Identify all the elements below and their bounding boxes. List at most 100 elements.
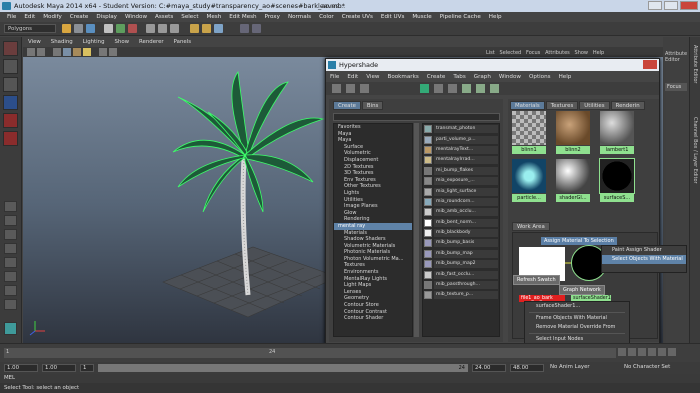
graph-materials-icon[interactable] (420, 84, 429, 93)
channel-box-tab[interactable]: Channel Box / Layer Editor (692, 117, 698, 184)
tree-item-image-planes[interactable]: Image Planes (334, 203, 412, 210)
shelf-tool-icon-2[interactable] (252, 24, 261, 33)
node-list-item[interactable]: mib_fast_occlu... (423, 269, 499, 279)
context-item-surfaceshader1[interactable]: surfaceShader1... (525, 302, 629, 311)
wireframe-icon[interactable] (53, 48, 61, 56)
playback-end-field[interactable]: 24.00 (472, 364, 506, 372)
attr-menu-focus[interactable]: Focus (526, 50, 540, 56)
tree-item-contour-shader[interactable]: Contour Shader (334, 315, 412, 322)
panel-layout-icon[interactable] (4, 299, 17, 310)
material-swatch-blinn1[interactable]: blinn1 (512, 111, 546, 155)
tree-item-lights[interactable]: Lights (334, 190, 412, 197)
tree-item-surface[interactable]: Surface (334, 144, 412, 151)
context-item-frame-objects-with-material[interactable]: Frame Objects With Material (525, 314, 629, 323)
minimize-button[interactable] (648, 1, 662, 10)
create-filter-input[interactable] (333, 113, 500, 121)
show-top-tabs-icon[interactable] (346, 84, 355, 93)
four-pane-layout-icon[interactable] (4, 215, 17, 226)
hypershade-menu-tabs[interactable]: Tabs (449, 72, 469, 82)
node-list-item[interactable]: mib_texture_p... (423, 290, 499, 300)
close-button[interactable] (680, 1, 698, 10)
node-list-item[interactable]: mia_exposure_... (423, 176, 499, 186)
tree-item-volumetric-materials[interactable]: Volumetric Materials (334, 243, 412, 250)
attr-menu-attributes[interactable]: Attributes (545, 50, 570, 56)
tree-item-photonic-materials[interactable]: Photonic Materials (334, 249, 412, 256)
tree-item-materials[interactable]: Materials (334, 230, 412, 237)
anim-layer-dropdown[interactable]: No Anim Layer (548, 364, 618, 372)
viewport-menu-view[interactable]: View (23, 37, 46, 47)
menu-window[interactable]: Window (121, 12, 151, 22)
hypershade-close-button[interactable] (643, 60, 657, 69)
render-settings-icon[interactable] (214, 24, 223, 33)
viewport-menu-renderer[interactable]: Renderer (134, 37, 169, 47)
tree-item-geometry[interactable]: Geometry (334, 295, 412, 302)
material-swatch-particle[interactable]: particle... (512, 159, 546, 203)
go-to-end-icon[interactable] (668, 348, 676, 356)
select-tool-icon[interactable] (3, 41, 18, 56)
menu-assets[interactable]: Assets (151, 12, 177, 22)
tree-item-favorites[interactable]: Favorites (334, 124, 412, 131)
select-hierarchy-icon[interactable] (104, 24, 113, 33)
tree-item-environments[interactable]: Environments (334, 269, 412, 276)
toggle-create-bar-icon[interactable] (332, 84, 341, 93)
step-forward-icon[interactable] (658, 348, 666, 356)
snap-grid-icon[interactable] (146, 24, 155, 33)
camera-icon[interactable] (27, 48, 35, 56)
node-list[interactable]: transmat_photon parti_volume_p... mentalra… (422, 123, 500, 337)
character-set-dropdown[interactable]: No Character Set (622, 364, 696, 372)
material-swatch-blinn2[interactable]: blinn2 (556, 111, 590, 155)
shelf-tool-icon[interactable] (240, 24, 249, 33)
lasso-tool-icon[interactable] (3, 59, 18, 74)
select-objects-with-material-item[interactable]: Select Objects With Material (602, 255, 686, 264)
tree-item-env-textures[interactable]: Env Textures (334, 177, 412, 184)
tab-textures[interactable]: Textures (545, 101, 579, 110)
node-list-item[interactable]: mib_blackbody (423, 228, 499, 238)
node-list-item[interactable]: mia_roundcorn... (423, 197, 499, 207)
play-forward-icon[interactable] (648, 348, 656, 356)
attr-menu-show[interactable]: Show (575, 50, 589, 56)
node-list-item[interactable]: mib_passthrough... (423, 280, 499, 290)
tab-work-area[interactable]: Work Area (512, 222, 550, 231)
attr-menu-selected[interactable]: Selected (500, 50, 522, 56)
hypershade-menu-help[interactable]: Help (555, 72, 576, 82)
menu-create-uvs[interactable]: Create UVs (338, 12, 377, 22)
menu-edit[interactable]: Edit (20, 12, 39, 22)
tab-rendering[interactable]: Renderin (610, 101, 645, 110)
hypershade-menu-window[interactable]: Window (495, 72, 525, 82)
node-list-item[interactable]: parti_volume_p... (423, 134, 499, 144)
viewport-menu-show[interactable]: Show (110, 37, 135, 47)
menu-color[interactable]: Color (315, 12, 338, 22)
menu-mesh[interactable]: Mesh (203, 12, 226, 22)
step-back-icon[interactable] (628, 348, 636, 356)
hypershade-menu-edit[interactable]: Edit (343, 72, 362, 82)
attribute-editor-tab[interactable]: Attribute Editor (692, 45, 698, 83)
node-list-item[interactable]: transmat_photon (423, 124, 499, 134)
hypershade-titlebar[interactable]: Hypershade (326, 59, 659, 71)
render-view-icon[interactable] (4, 322, 17, 335)
xray-icon[interactable] (109, 48, 117, 56)
snap-point-icon[interactable] (170, 24, 179, 33)
attr-menu-help[interactable]: Help (593, 50, 604, 56)
tab-utilities[interactable]: Utilities (579, 101, 610, 110)
snap-curve-icon[interactable] (158, 24, 167, 33)
context-item-remove-material-override-from[interactable]: Remove Material Override From (525, 323, 629, 332)
open-scene-icon[interactable] (74, 24, 83, 33)
menu-proxy[interactable]: Proxy (261, 12, 284, 22)
node-list-item[interactable]: mib_bump_map2 (423, 259, 499, 269)
hypershade-menu-bookmarks[interactable]: Bookmarks (384, 72, 423, 82)
play-back-icon[interactable] (638, 348, 646, 356)
current-frame-field[interactable]: 1 (80, 364, 94, 372)
clear-graph-icon[interactable] (434, 84, 443, 93)
hypershade-menu-view[interactable]: View (362, 72, 383, 82)
new-scene-icon[interactable] (62, 24, 71, 33)
tree-item-maya[interactable]: Maya (334, 137, 412, 144)
single-pane-layout-icon[interactable] (4, 201, 17, 212)
go-to-start-icon[interactable] (618, 348, 626, 356)
rotate-tool-icon[interactable] (3, 113, 18, 128)
node-list-item[interactable]: mib_amb_occlu... (423, 207, 499, 217)
range-slider-bar[interactable]: 24 (98, 364, 468, 372)
node-category-tree[interactable]: Favorites Maya Maya Surface Volumetric Displa… (333, 123, 413, 337)
tree-item-glow[interactable]: Glow (334, 210, 412, 217)
input-output-connections-icon[interactable] (476, 84, 485, 93)
tree-item-contour-contrast[interactable]: Contour Contrast (334, 309, 412, 316)
